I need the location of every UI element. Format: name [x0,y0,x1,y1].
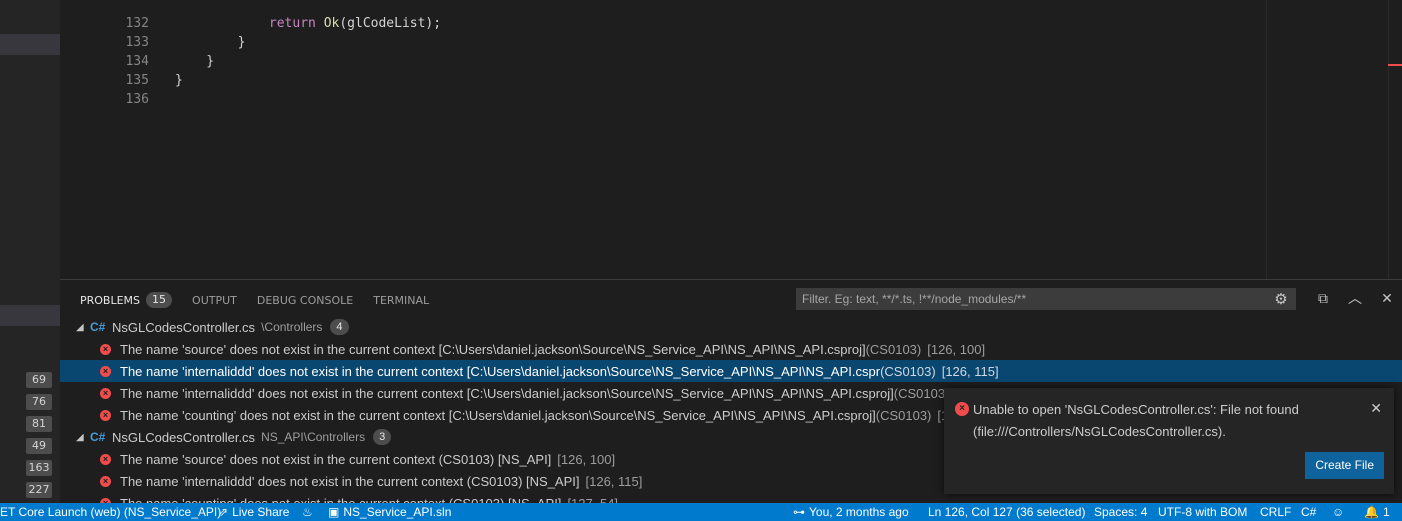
flame-icon[interactable]: ♨ [302,503,313,521]
tab-terminal[interactable]: TERMINAL [373,294,429,307]
sidebar-count-badge: 76 [26,394,52,410]
problem-code: (CS0103) [880,363,936,379]
code-editor[interactable]: 132 return Ok(glCodeList); 133 } 134 } 1… [60,0,1402,279]
code-line[interactable]: 133 } [60,14,245,50]
indentation-item[interactable]: Spaces: 4 [1094,503,1147,521]
group-count-badge: 3 [373,429,392,445]
eol-item[interactable]: CRLF [1260,503,1291,521]
collapse-chevron-icon[interactable]: ◢ [76,432,90,443]
code-line[interactable]: 135} [60,52,182,88]
solution-label: NS_Service_API.sln [343,505,452,519]
launch-config-label: ET Core Launch (web) (NS_Service_API) [0,505,222,519]
notification-count: 1 [1382,505,1390,519]
feedback-smiley-icon[interactable]: ☺ [1332,503,1344,521]
problem-message: The name 'source' does not exist in the … [120,341,866,357]
notification-message: Unable to open 'NsGLCodesController.cs':… [973,402,1299,439]
error-notification: × Unable to open 'NsGLCodesController.cs… [944,388,1394,494]
code-text: } [174,73,183,88]
panel-actions: ⧉ ︿ ✕ [1314,289,1396,309]
sidebar-count-badge: 81 [26,416,52,432]
tab-label: PROBLEMS [80,293,141,307]
code-line[interactable]: 132 return Ok(glCodeList); [60,0,441,31]
create-file-button[interactable]: Create File [1305,452,1384,479]
sidebar-counts: 69 76 81 49 163 227 [26,372,52,504]
error-icon: × [100,409,111,421]
git-blame-item[interactable]: ⊶ You, 2 months ago [793,503,909,521]
sidebar-count-badge: 227 [26,482,52,498]
live-share-icon: ⇗ [218,505,229,519]
sidebar-highlighted-item[interactable] [0,305,60,326]
collapse-chevron-icon[interactable]: ◢ [76,322,90,333]
problem-message: The name 'internaliddd' does not exist i… [120,363,881,379]
problem-item[interactable]: × The name 'source' does not exist in th… [60,338,1402,360]
error-marker [1388,64,1402,66]
problems-count-badge: 15 [146,292,173,308]
encoding-item[interactable]: UTF-8 with BOM [1158,503,1247,521]
launch-config-item[interactable]: ET Core Launch (web) (NS_Service_API) [0,503,221,521]
folder-icon: ▣ [328,505,340,519]
notifications-item[interactable]: 🔔 1 [1364,503,1390,521]
solution-item[interactable]: ▣ NS_Service_API.sln [328,503,451,521]
tab-debug-console[interactable]: DEBUG CONSOLE [257,294,353,307]
close-notification-icon[interactable]: ✕ [1370,400,1382,417]
explorer-sidebar: 69 76 81 49 163 227 [0,0,60,503]
sidebar-count-badge: 69 [26,372,52,388]
problem-position: [126, 115] [585,473,643,489]
sidebar-selected-item[interactable] [0,34,60,55]
group-count-badge: 4 [330,319,349,335]
tab-label: DEBUG CONSOLE [256,293,354,307]
maximize-panel-icon[interactable]: ︿ [1346,289,1364,309]
problems-filter-input[interactable]: Filter. Eg: text, **/*.ts, !**/node_modu… [796,288,1296,310]
tab-label: OUTPUT [192,293,237,307]
filter-settings-icon[interactable]: ⚙ [1272,290,1290,308]
problem-code: (CS0103) [893,385,950,401]
error-icon: × [100,343,111,355]
problem-message: The name 'counting' does not exist in th… [120,407,876,423]
error-icon: × [100,387,111,399]
bell-icon: 🔔 [1364,505,1379,519]
csharp-file-icon: C# [90,430,106,444]
sidebar-count-badge: 49 [26,438,52,454]
git-commit-icon: ⊶ [793,505,805,519]
code-line[interactable]: 136 [60,71,175,107]
problem-position: [126, 100] [927,341,986,357]
group-file-path: NS_API\Controllers [261,430,366,444]
tab-label: TERMINAL [373,293,430,307]
code-line[interactable]: 134 } [60,33,214,69]
problem-position: [126, 100] [557,451,616,467]
tab-problems[interactable]: PROBLEMS 15 [80,292,173,308]
problem-message: The name 'internaliddd' does not exist i… [120,473,580,489]
problem-message: The name 'internaliddd' does not exist i… [120,385,894,401]
minimap-divider [1266,0,1267,279]
group-file-name: NsGLCodesController.cs [112,319,256,335]
problem-position: [126, 115] [941,363,999,379]
error-icon: × [100,365,111,377]
problem-code: (CS0103) [875,407,932,423]
live-share-item[interactable]: ⇗ Live Share [218,503,289,521]
vscode-window: 69 76 81 49 163 227 132 return Ok(glCode… [0,0,1402,521]
sidebar-count-badge: 163 [26,460,52,476]
status-bar: ET Core Launch (web) (NS_Service_API) ⇗ L… [0,503,1402,521]
close-panel-icon[interactable]: ✕ [1378,289,1396,309]
error-icon: × [955,402,969,416]
problem-code: (CS0103) [865,341,922,357]
error-icon: × [100,453,111,465]
cursor-position-item[interactable]: Ln 126, Col 127 (36 selected) [928,503,1085,521]
problem-message: The name 'source' does not exist in the … [120,451,552,467]
csharp-file-icon: C# [90,320,106,334]
panel-tabs: PROBLEMS 15 OUTPUT DEBUG CONSOLE TERMINA… [80,290,429,310]
tab-output[interactable]: OUTPUT [192,294,237,307]
group-file-path: \Controllers [261,320,323,334]
editor-scrollbar[interactable] [1388,0,1402,279]
problem-item-selected[interactable]: × The name 'internaliddd' does not exist… [60,360,1402,382]
live-share-label: Live Share [232,505,290,519]
line-number: 136 [125,92,149,107]
language-mode-item[interactable]: C# [1301,503,1316,521]
collapse-all-icon[interactable]: ⧉ [1314,289,1332,309]
problems-group-header[interactable]: ◢ C# NsGLCodesController.cs \Controllers… [60,316,1402,338]
git-blame-label: You, 2 months ago [809,505,909,519]
error-icon: × [100,475,111,487]
group-file-name: NsGLCodesController.cs [112,429,256,445]
